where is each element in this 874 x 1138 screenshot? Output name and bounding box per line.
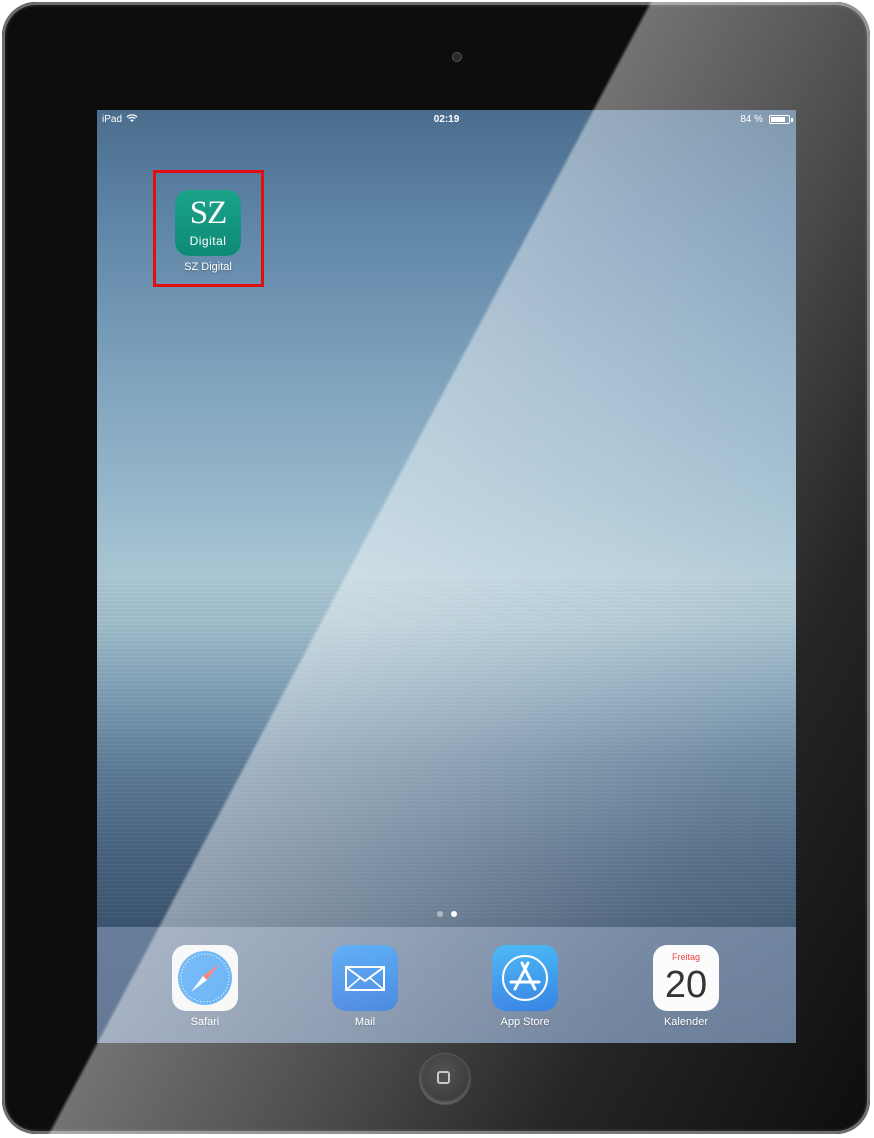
page-dot-2[interactable]	[450, 911, 457, 917]
dock: Safari Mail App Store Freitag 20 Kalende…	[97, 927, 796, 1043]
battery-fill	[771, 117, 786, 122]
home-button-square-icon	[437, 1071, 450, 1084]
wallpaper-texture	[97, 580, 796, 920]
calendar-icon[interactable]: Freitag 20	[653, 945, 719, 1011]
calendar-date: 20	[664, 964, 708, 1006]
safari-icon[interactable]	[172, 945, 238, 1011]
page-indicator[interactable]	[97, 911, 796, 917]
app-label-kalender: Kalender	[663, 1016, 709, 1028]
dock-app-safari[interactable]: Safari	[160, 945, 250, 1028]
front-camera	[453, 53, 461, 61]
mail-icon[interactable]	[332, 945, 398, 1011]
ipad-device: iPad 02:19 84 % SZ Digital SZ Digital Sa…	[2, 2, 870, 1134]
app-label-mail: Mail	[354, 1016, 376, 1028]
home-button[interactable]	[420, 1054, 470, 1104]
app-label-safari: Safari	[190, 1016, 220, 1028]
app-label-app-store: App Store	[500, 1016, 550, 1028]
battery-percentage: 84 %	[740, 114, 763, 125]
calendar-weekday: Freitag	[671, 952, 700, 962]
status-bar: iPad 02:19 84 %	[97, 110, 796, 130]
dock-app-kalender[interactable]: Freitag 20 Kalender	[641, 945, 731, 1028]
battery-icon	[769, 115, 790, 124]
clock: 02:19	[433, 114, 460, 125]
app-store-icon[interactable]	[492, 945, 558, 1011]
page-dot-1[interactable]	[436, 911, 443, 917]
highlight-box	[153, 170, 264, 287]
dock-app-mail[interactable]: Mail	[320, 945, 410, 1028]
battery-terminal	[791, 118, 793, 122]
home-screen: iPad 02:19 84 % SZ Digital SZ Digital Sa…	[97, 110, 796, 1043]
dock-app-app-store[interactable]: App Store	[480, 945, 570, 1028]
